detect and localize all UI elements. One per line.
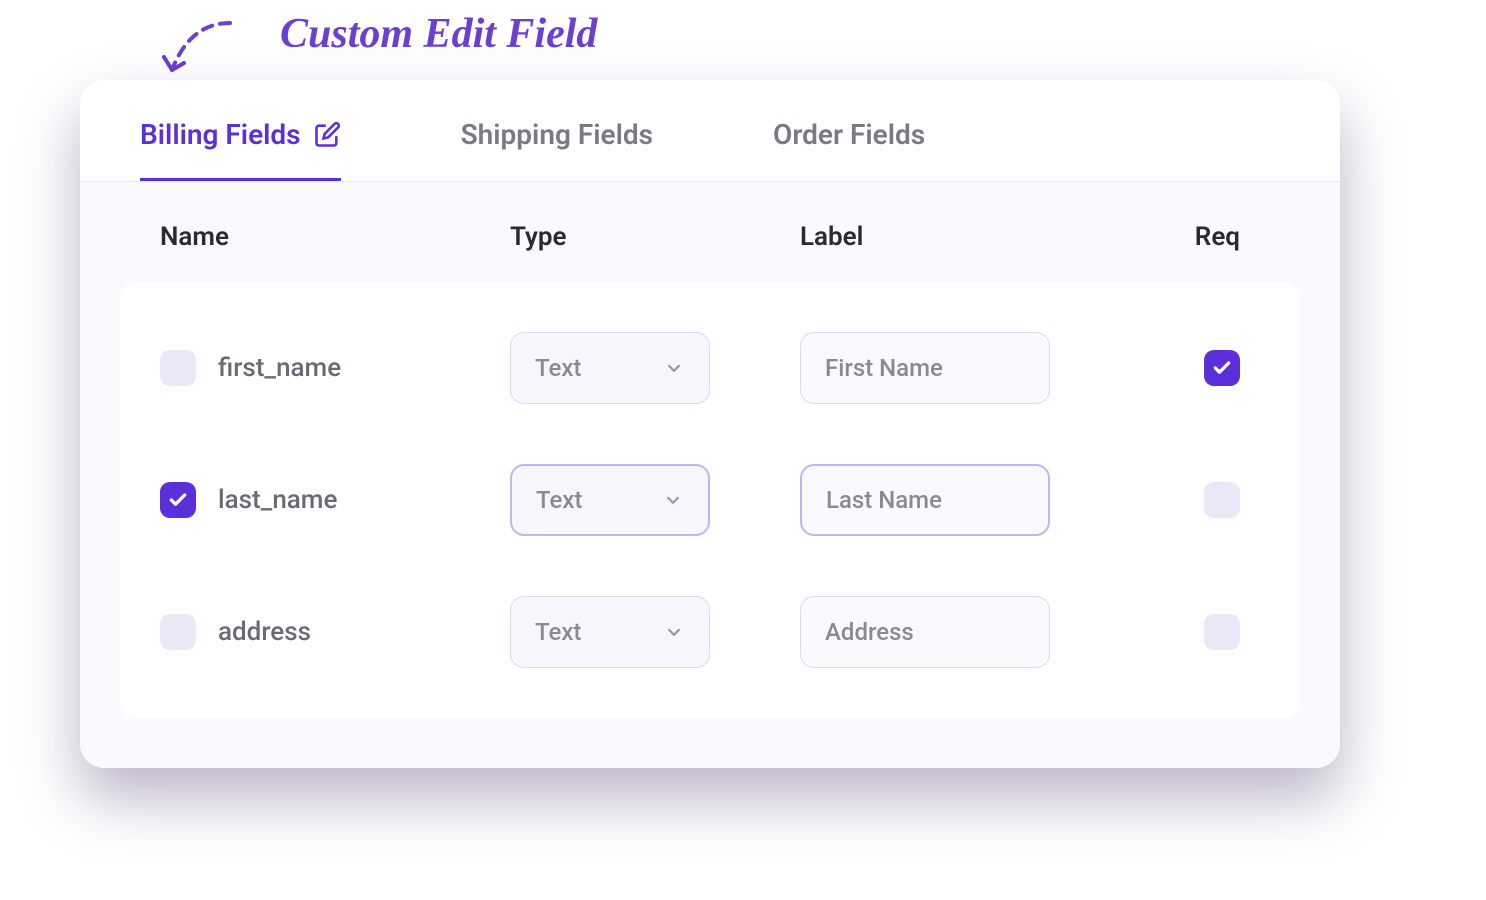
type-select-value: Text xyxy=(535,618,581,646)
table-row: first_name Text First Name xyxy=(120,302,1300,434)
tab-label: Shipping Fields xyxy=(461,118,653,151)
tab-label: Order Fields xyxy=(773,118,925,151)
type-cell: Text xyxy=(510,332,800,404)
annotation-callout: Custom Edit Field xyxy=(180,10,597,58)
label-cell: Address xyxy=(800,596,1170,668)
required-checkbox[interactable] xyxy=(1204,350,1240,386)
req-cell xyxy=(1170,614,1260,650)
required-checkbox[interactable] xyxy=(1204,482,1240,518)
required-checkbox[interactable] xyxy=(1204,614,1240,650)
table-row: address Text Address xyxy=(120,566,1300,698)
label-cell: Last Name xyxy=(800,464,1170,536)
type-select-value: Text xyxy=(536,486,582,514)
check-icon xyxy=(168,490,188,510)
table-row: last_name Text Last Name xyxy=(120,434,1300,566)
type-select[interactable]: Text xyxy=(510,332,710,404)
row-checkbox[interactable] xyxy=(160,350,196,386)
label-input-value: Address xyxy=(825,618,914,646)
fields-editor-card: Billing Fields Shipping Fields Order Fie… xyxy=(80,80,1340,768)
rows-container: first_name Text First Name xyxy=(120,282,1300,718)
chevron-down-icon xyxy=(662,489,684,511)
tabs-bar: Billing Fields Shipping Fields Order Fie… xyxy=(80,80,1340,182)
column-header-type: Type xyxy=(510,222,800,252)
field-name: address xyxy=(218,617,311,647)
tab-billing-fields[interactable]: Billing Fields xyxy=(140,80,341,181)
type-select[interactable]: Text xyxy=(510,596,710,668)
name-cell: address xyxy=(160,614,510,650)
type-cell: Text xyxy=(510,596,800,668)
column-header-label: Label xyxy=(800,222,1170,252)
req-cell xyxy=(1170,482,1260,518)
label-input-value: First Name xyxy=(825,354,943,382)
field-name: first_name xyxy=(218,353,341,383)
type-select[interactable]: Text xyxy=(510,464,710,536)
label-input[interactable]: First Name xyxy=(800,332,1050,404)
label-input[interactable]: Last Name xyxy=(800,464,1050,536)
type-select-value: Text xyxy=(535,354,581,382)
check-icon xyxy=(1212,358,1232,378)
tab-label: Billing Fields xyxy=(140,118,301,151)
tab-order-fields[interactable]: Order Fields xyxy=(773,80,925,181)
chevron-down-icon xyxy=(663,357,685,379)
column-header-name: Name xyxy=(160,222,510,252)
row-checkbox[interactable] xyxy=(160,482,196,518)
name-cell: first_name xyxy=(160,350,510,386)
label-input-value: Last Name xyxy=(826,486,942,514)
row-checkbox[interactable] xyxy=(160,614,196,650)
label-input[interactable]: Address xyxy=(800,596,1050,668)
chevron-down-icon xyxy=(663,621,685,643)
type-cell: Text xyxy=(510,464,800,536)
field-name: last_name xyxy=(218,485,337,515)
tab-shipping-fields[interactable]: Shipping Fields xyxy=(461,80,653,181)
table-header: Name Type Label Req xyxy=(80,182,1340,282)
edit-icon xyxy=(313,121,341,149)
name-cell: last_name xyxy=(160,482,510,518)
label-cell: First Name xyxy=(800,332,1170,404)
column-header-req: Req xyxy=(1170,222,1260,252)
req-cell xyxy=(1170,350,1260,386)
